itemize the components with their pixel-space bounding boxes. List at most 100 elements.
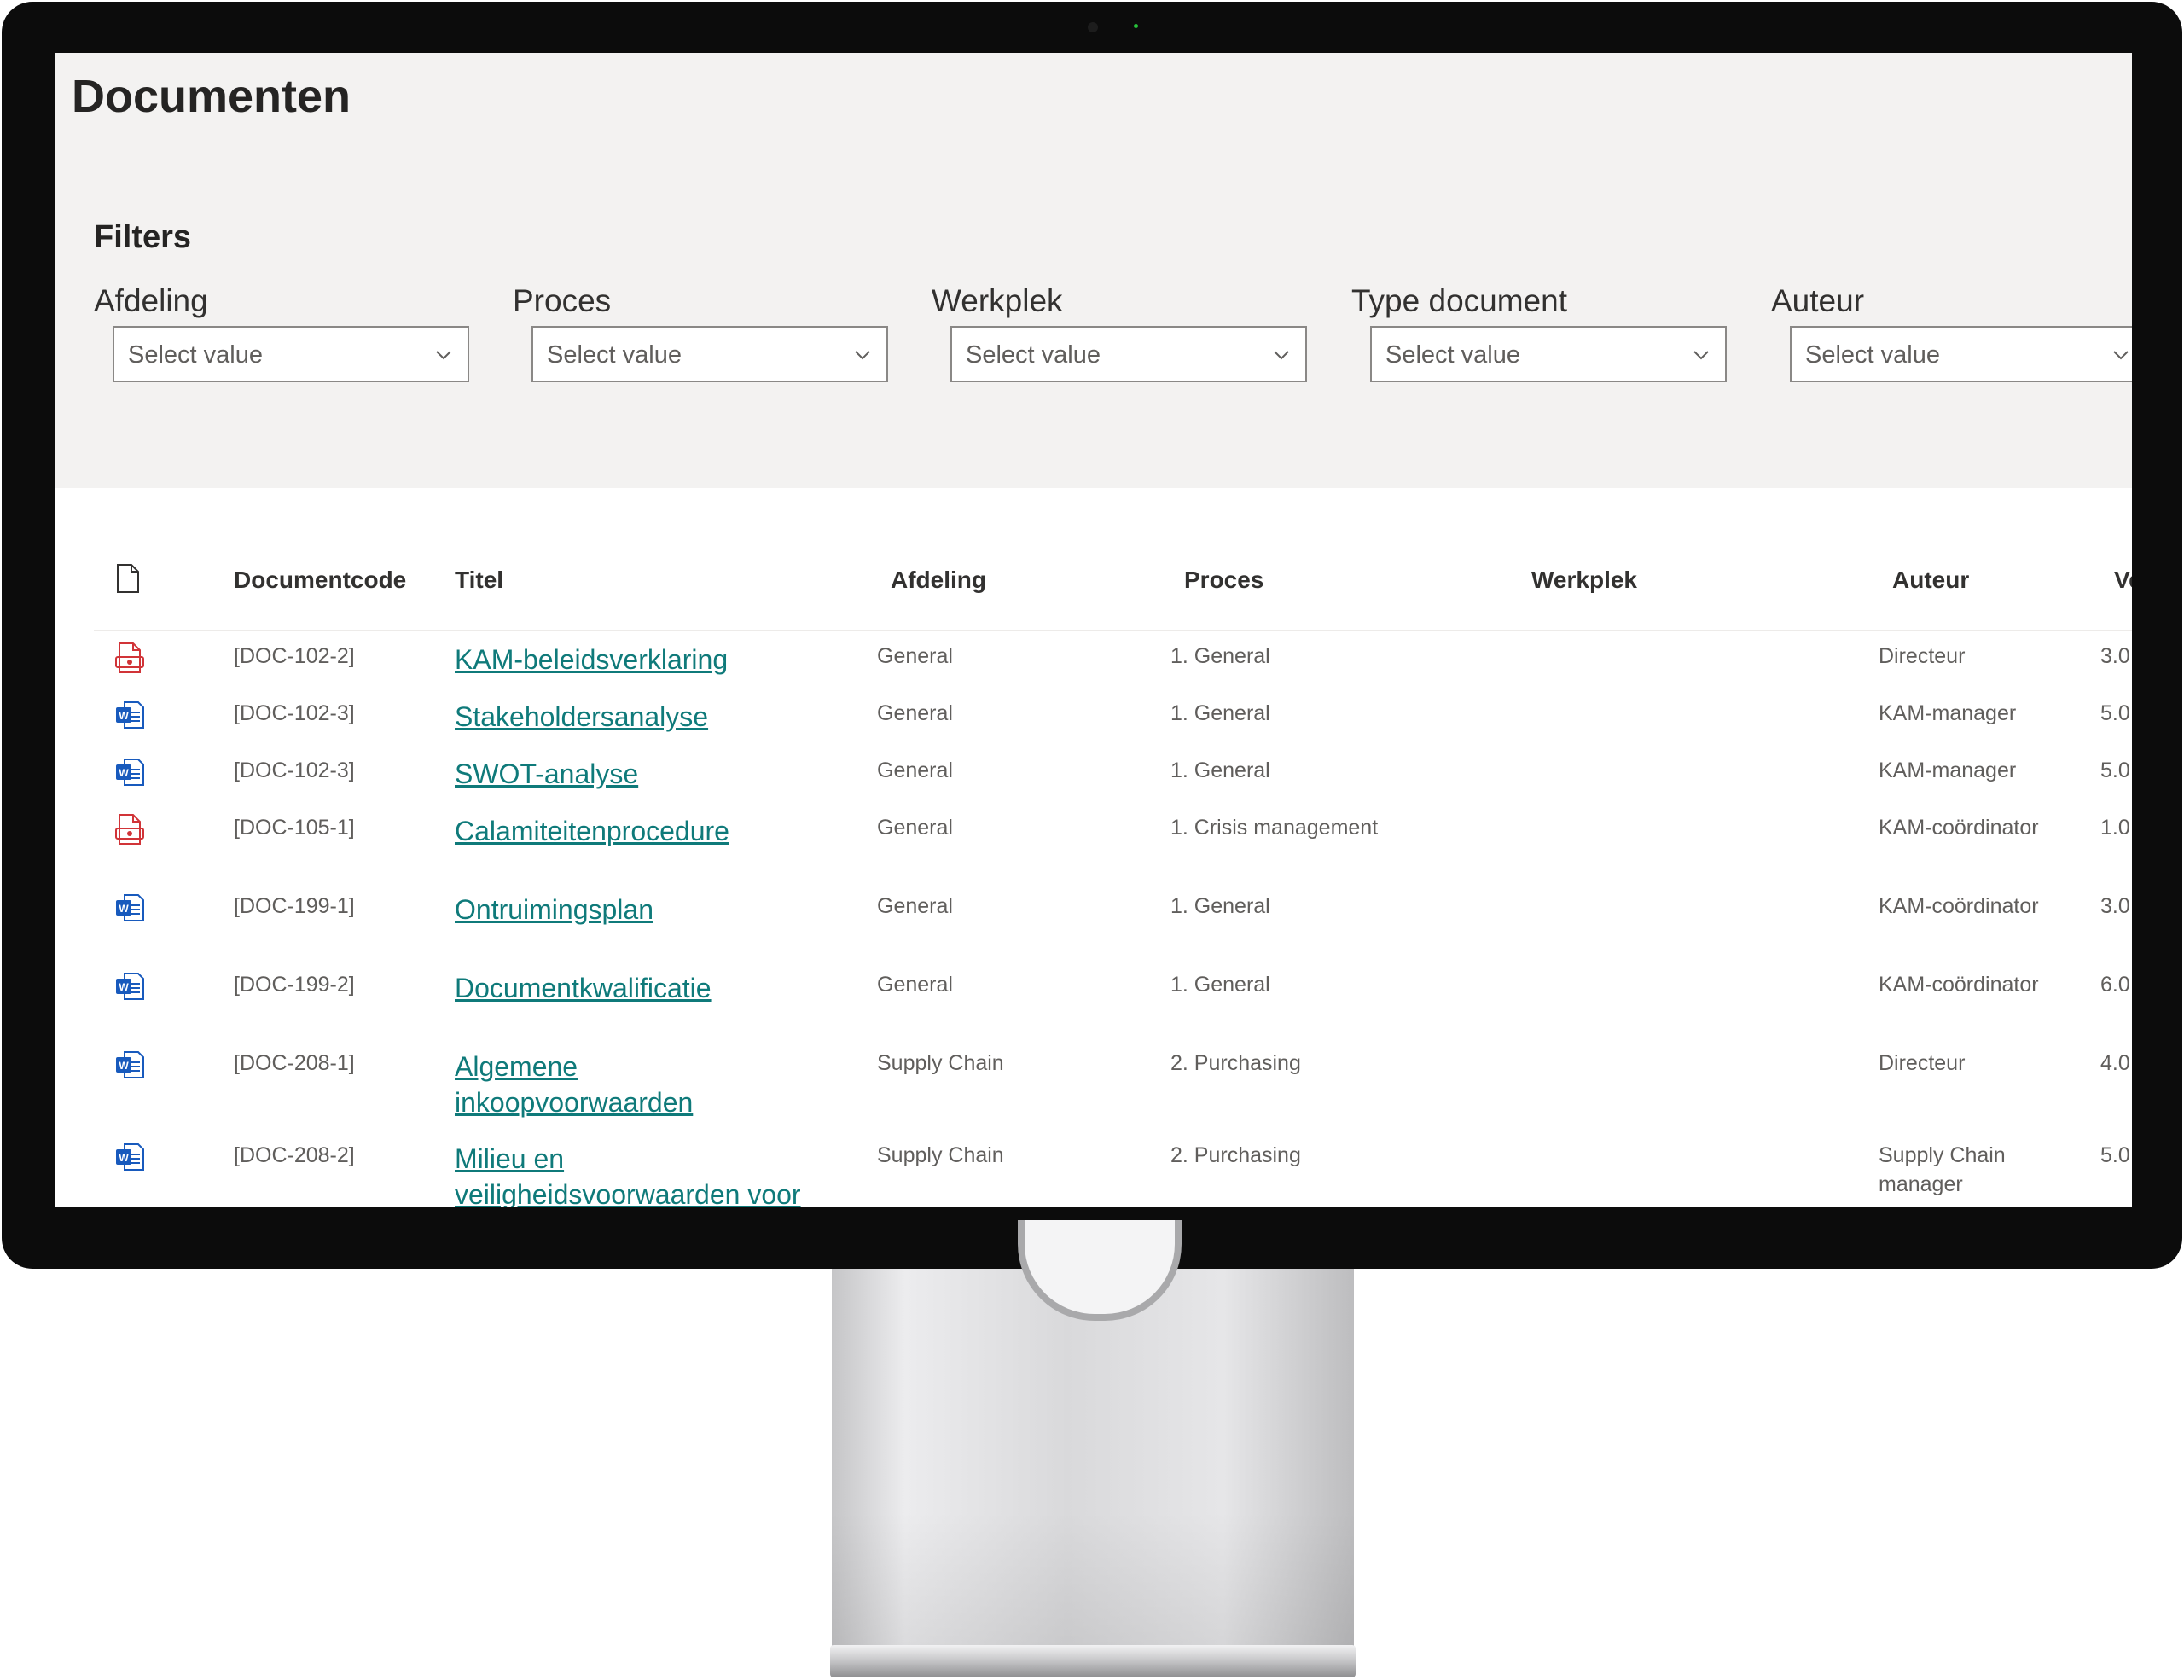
afdeling-cell: General bbox=[877, 759, 953, 782]
word-file-icon: W bbox=[114, 1141, 145, 1173]
word-file-icon: W bbox=[114, 699, 145, 731]
proces-dropdown[interactable]: Select value bbox=[531, 326, 888, 382]
svg-text:W: W bbox=[119, 981, 129, 993]
document-title-link[interactable]: Ontruimingsplan bbox=[455, 892, 813, 927]
monitor-stand bbox=[832, 1269, 1354, 1657]
document-title-link[interactable]: Milieu en veiligheidsvoorwaarden voor on… bbox=[455, 1141, 813, 1207]
auteur-cell: Directeur bbox=[1879, 1051, 1966, 1075]
afdeling-cell: General bbox=[877, 701, 953, 725]
filter-panel: Documenten Filters Afdeling Select value… bbox=[55, 53, 2132, 488]
table-header: Documentcode Titel Afdeling Proces Werkp… bbox=[94, 539, 2132, 631]
word-file-icon: W bbox=[114, 970, 145, 1003]
svg-text:W: W bbox=[119, 710, 129, 722]
word-file-icon: W bbox=[114, 892, 145, 924]
filter-werkplek: Werkplek Select value bbox=[932, 283, 1307, 403]
chevron-down-icon bbox=[1693, 351, 1709, 360]
proces-cell: 2. Purchasing bbox=[1170, 1143, 1301, 1167]
column-header-auteur[interactable]: Auteur bbox=[1892, 567, 1969, 594]
page-title: Documenten bbox=[72, 71, 351, 122]
proces-cell: 1. General bbox=[1170, 973, 1270, 997]
document-code: [DOC-102-3] bbox=[234, 701, 355, 725]
versie-cell: 4.0 bbox=[2100, 1051, 2130, 1075]
type-document-dropdown[interactable]: Select value bbox=[1370, 326, 1727, 382]
document-code: [DOC-208-1] bbox=[234, 1051, 355, 1075]
afdeling-cell: Supply Chain bbox=[877, 1143, 1004, 1167]
column-header-titel[interactable]: Titel bbox=[455, 567, 503, 594]
svg-text:W: W bbox=[119, 1060, 129, 1072]
filter-proces: Proces Select value bbox=[513, 283, 888, 403]
filter-label: Type document bbox=[1351, 283, 1567, 318]
proces-cell: 1. Crisis management bbox=[1170, 816, 1379, 840]
screen: Documenten Filters Afdeling Select value… bbox=[55, 53, 2132, 1207]
document-code: [DOC-105-1] bbox=[234, 816, 355, 840]
document-title-link[interactable]: Stakeholdersanalyse bbox=[455, 699, 813, 735]
afdeling-cell: General bbox=[877, 973, 953, 997]
filter-auteur: Auteur Select value bbox=[1771, 283, 2132, 403]
versie-cell: 3.0 bbox=[2100, 644, 2130, 668]
versie-cell: 1.0 bbox=[2100, 816, 2130, 840]
svg-text:W: W bbox=[119, 903, 129, 915]
proces-cell: 1. General bbox=[1170, 759, 1270, 782]
filter-label: Auteur bbox=[1771, 283, 1865, 318]
afdeling-cell: Supply Chain bbox=[877, 1051, 1004, 1075]
afdeling-cell: General bbox=[877, 816, 953, 840]
column-header-versie[interactable]: Versie bbox=[2114, 567, 2132, 594]
proces-cell: 1. General bbox=[1170, 894, 1270, 918]
svg-text:W: W bbox=[119, 767, 129, 779]
pdf-file-icon bbox=[114, 642, 145, 674]
document-code: [DOC-199-2] bbox=[234, 973, 355, 997]
document-code: [DOC-199-1] bbox=[234, 894, 355, 918]
afdeling-dropdown[interactable]: Select value bbox=[113, 326, 469, 382]
chevron-down-icon bbox=[436, 351, 451, 360]
monitor-stand-base bbox=[830, 1645, 1356, 1677]
column-header-werkplek[interactable]: Werkplek bbox=[1531, 567, 1637, 594]
word-file-icon: W bbox=[114, 1049, 145, 1081]
filter-label: Afdeling bbox=[94, 283, 208, 318]
auteur-dropdown[interactable]: Select value bbox=[1790, 326, 2132, 382]
afdeling-cell: General bbox=[877, 894, 953, 918]
filter-afdeling: Afdeling Select value bbox=[94, 283, 469, 403]
filter-label: Werkplek bbox=[932, 283, 1063, 318]
filters-title: Filters bbox=[94, 219, 192, 255]
column-header-afdeling[interactable]: Afdeling bbox=[891, 567, 986, 594]
monitor-bezel: Documenten Filters Afdeling Select value… bbox=[2, 2, 2182, 1269]
dropdown-placeholder: Select value bbox=[1805, 341, 1940, 369]
afdeling-cell: General bbox=[877, 644, 953, 668]
filter-label: Proces bbox=[513, 283, 612, 318]
werkplek-dropdown[interactable]: Select value bbox=[950, 326, 1307, 382]
chevron-down-icon bbox=[1274, 351, 1289, 360]
camera bbox=[1088, 22, 1098, 32]
proces-cell: 2. Purchasing bbox=[1170, 1051, 1301, 1075]
document-title-link[interactable]: Documentkwalificatie bbox=[455, 970, 813, 1006]
document-title-link[interactable]: Calamiteitenprocedure bbox=[455, 813, 813, 849]
versie-cell: 5.0 bbox=[2100, 759, 2130, 782]
filter-type-document: Type document Select value bbox=[1351, 283, 1727, 403]
dropdown-placeholder: Select value bbox=[1385, 341, 1520, 369]
dropdown-placeholder: Select value bbox=[966, 341, 1101, 369]
dropdown-placeholder: Select value bbox=[128, 341, 263, 369]
proces-cell: 1. General bbox=[1170, 701, 1270, 725]
proces-cell: 1. General bbox=[1170, 644, 1270, 668]
versie-cell: 6.0 bbox=[2100, 973, 2130, 997]
auteur-cell: Directeur bbox=[1879, 644, 1966, 668]
versie-cell: 3.0 bbox=[2100, 894, 2130, 918]
versie-cell: 5.0 bbox=[2100, 1143, 2130, 1167]
document-title-link[interactable]: KAM-beleidsverklaring bbox=[455, 642, 813, 677]
document-title-link[interactable]: Algemene inkoopvoorwaarden bbox=[455, 1049, 813, 1120]
document-code: [DOC-102-3] bbox=[234, 759, 355, 782]
auteur-cell: KAM-coördinator bbox=[1879, 973, 2039, 997]
document-icon[interactable] bbox=[116, 563, 140, 594]
word-file-icon: W bbox=[114, 756, 145, 788]
column-header-proces[interactable]: Proces bbox=[1184, 567, 1263, 594]
document-title-link[interactable]: SWOT-analyse bbox=[455, 756, 813, 792]
auteur-cell: KAM-coördinator bbox=[1879, 816, 2039, 840]
column-header-documentcode[interactable]: Documentcode bbox=[234, 567, 406, 594]
dropdown-placeholder: Select value bbox=[547, 341, 682, 369]
auteur-cell: KAM-manager bbox=[1879, 701, 2017, 725]
chevron-down-icon bbox=[2113, 351, 2129, 360]
svg-text:W: W bbox=[119, 1152, 129, 1164]
versie-cell: 5.0 bbox=[2100, 701, 2130, 725]
monitor-mockup: Documenten Filters Afdeling Select value… bbox=[0, 0, 2184, 1680]
pdf-file-icon bbox=[114, 813, 145, 846]
document-code: [DOC-208-2] bbox=[234, 1143, 355, 1167]
